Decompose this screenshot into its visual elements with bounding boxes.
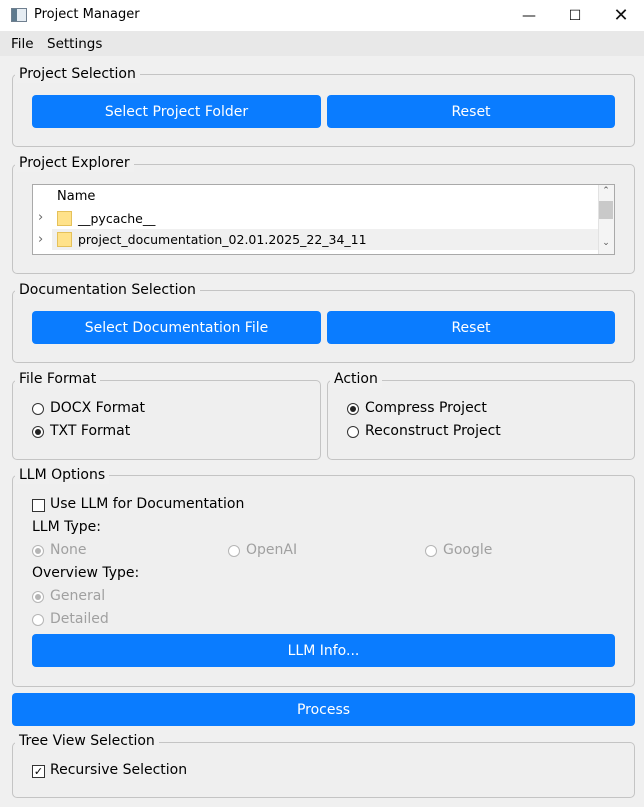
use-llm-checkbox[interactable] [32, 499, 45, 512]
scrollbar-thumb[interactable] [599, 201, 613, 219]
folder-icon [57, 211, 72, 226]
overview-detailed-radio[interactable] [32, 614, 44, 626]
file-format-group [12, 380, 321, 460]
compress-project-label[interactable]: Compress Project [365, 399, 487, 417]
select-project-folder-button[interactable]: Select Project Folder [32, 95, 321, 128]
select-documentation-file-button[interactable]: Select Documentation File [32, 311, 321, 344]
window-title: Project Manager [34, 7, 140, 22]
project-reset-button[interactable]: Reset [327, 95, 615, 128]
use-llm-label[interactable]: Use LLM for Documentation [50, 495, 244, 513]
tree-view-selection-title: Tree View Selection [15, 732, 159, 750]
tree-column-header-name[interactable]: Name [57, 188, 95, 206]
scroll-down-icon[interactable]: ⌄ [599, 238, 613, 248]
docx-format-label[interactable]: DOCX Format [50, 399, 145, 417]
minimize-icon[interactable]: — [506, 0, 552, 31]
project-selection-title: Project Selection [15, 65, 140, 83]
compress-project-radio[interactable] [347, 403, 359, 415]
llm-type-google-radio[interactable] [425, 545, 437, 557]
close-icon[interactable]: ✕ [598, 0, 644, 31]
recursive-selection-checkbox[interactable]: ✓ [32, 765, 45, 778]
overview-type-label: Overview Type: [32, 565, 140, 581]
documentation-reset-button[interactable]: Reset [327, 311, 615, 344]
llm-info-button[interactable]: LLM Info... [32, 634, 615, 667]
overview-general-label[interactable]: General [50, 587, 105, 605]
llm-type-google-label[interactable]: Google [443, 541, 492, 559]
llm-type-openai-label[interactable]: OpenAI [246, 541, 297, 559]
action-title: Action [330, 370, 382, 388]
maximize-icon[interactable]: ☐ [552, 0, 598, 31]
docx-format-radio[interactable] [32, 403, 44, 415]
file-format-title: File Format [15, 370, 101, 388]
tree-item-label: project_documentation_02.01.2025_22_34_1… [78, 232, 367, 247]
txt-format-label[interactable]: TXT Format [50, 422, 130, 440]
tree-item-label: __pycache__ [78, 211, 156, 226]
project-explorer-title: Project Explorer [15, 154, 134, 172]
overview-detailed-label[interactable]: Detailed [50, 610, 109, 628]
documentation-selection-title: Documentation Selection [15, 281, 200, 299]
menu-file[interactable]: File [11, 36, 34, 52]
folder-icon [57, 232, 72, 247]
recursive-selection-label[interactable]: Recursive Selection [50, 761, 187, 779]
txt-format-radio[interactable] [32, 426, 44, 438]
action-group [327, 380, 635, 460]
chevron-right-icon[interactable]: › [38, 210, 43, 225]
reconstruct-project-label[interactable]: Reconstruct Project [365, 422, 501, 440]
llm-type-label: LLM Type: [32, 519, 102, 535]
app-icon [11, 8, 27, 22]
menu-settings[interactable]: Settings [47, 36, 102, 52]
llm-type-none-label[interactable]: None [50, 541, 87, 559]
process-button[interactable]: Process [12, 693, 635, 726]
scroll-up-icon[interactable]: ⌃ [599, 186, 613, 196]
llm-type-none-radio[interactable] [32, 545, 44, 557]
overview-general-radio[interactable] [32, 591, 44, 603]
llm-options-title: LLM Options [15, 466, 110, 484]
chevron-right-icon[interactable]: › [38, 232, 43, 247]
llm-type-openai-radio[interactable] [228, 545, 240, 557]
reconstruct-project-radio[interactable] [347, 426, 359, 438]
